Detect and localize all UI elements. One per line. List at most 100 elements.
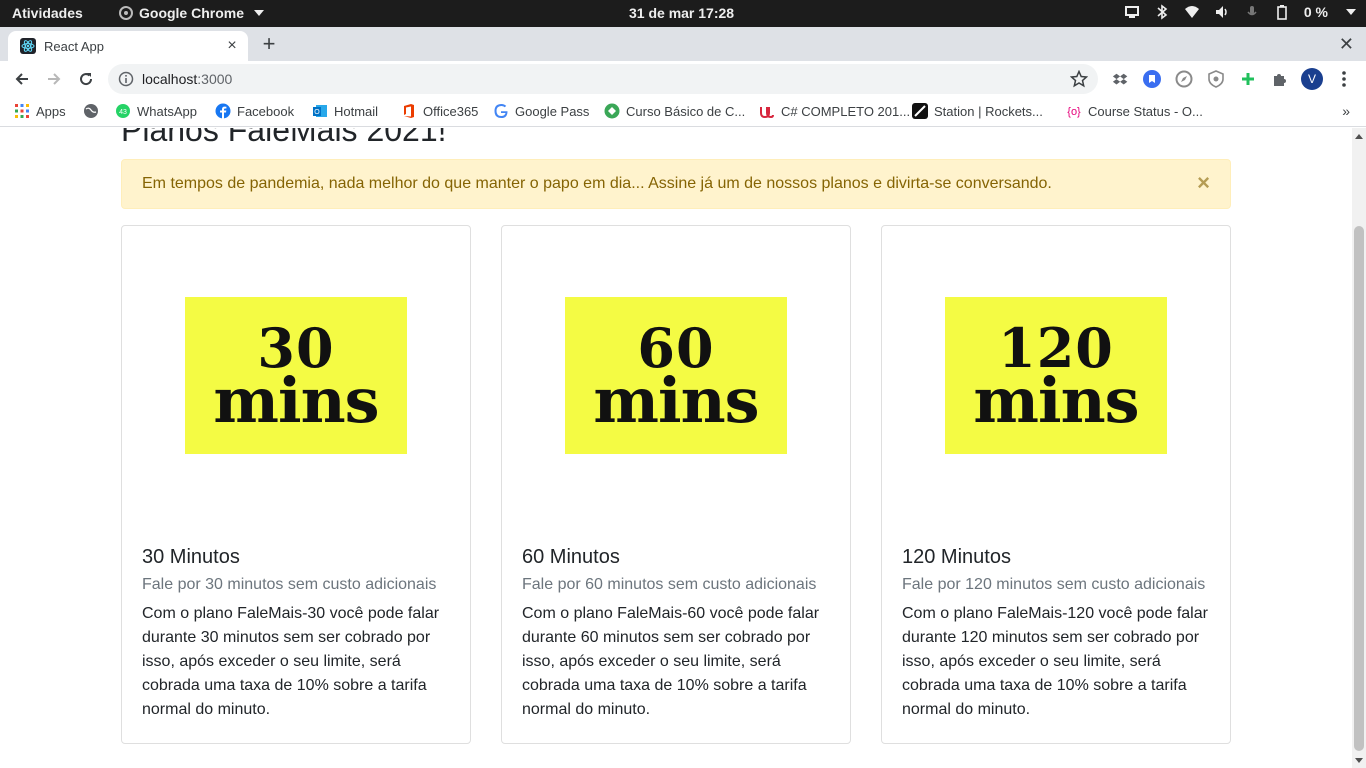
- compass-extension-icon[interactable]: [1175, 70, 1193, 88]
- globe-icon: [84, 104, 98, 118]
- bookmark-course-status[interactable]: {o} Course Status - O...: [1066, 103, 1203, 119]
- bookmark-label: Station | Rockets...: [934, 103, 1043, 119]
- new-tab-button[interactable]: +: [258, 33, 280, 56]
- arrow-left-icon: [15, 73, 28, 85]
- bookmark-station[interactable]: Station | Rockets...: [912, 103, 1043, 119]
- promo-alert: Em tempos de pandemia, nada melhor do qu…: [121, 159, 1231, 209]
- plan-image-unit: mins: [213, 363, 379, 437]
- udemy-icon: [760, 107, 774, 119]
- tab-close-icon[interactable]: ×: [224, 38, 240, 54]
- bookmark-label: Apps: [36, 103, 66, 119]
- system-top-bar: Atividades Google Chrome 31 de mar 17:28…: [0, 0, 1366, 27]
- google-icon: [494, 104, 508, 118]
- plus-extension-icon[interactable]: [1239, 70, 1257, 88]
- chevron-down-icon: [1346, 9, 1356, 15]
- bookmarks-bar: Apps 43 WhatsApp Facebook O Hotmail Offi…: [0, 97, 1366, 127]
- dropbox-extension-icon[interactable]: [1111, 70, 1129, 88]
- bookmark-hotmail[interactable]: O Hotmail: [312, 103, 378, 119]
- page-viewport: Planos FaleMais 2021! Em tempos de pande…: [0, 128, 1352, 768]
- svg-text:{o}: {o}: [1067, 106, 1081, 118]
- tab-react-app[interactable]: React App ×: [8, 31, 248, 61]
- reload-button[interactable]: [74, 67, 98, 91]
- bookmark-label: Course Status - O...: [1088, 103, 1203, 119]
- bookmark-label: Facebook: [237, 103, 295, 119]
- plan-image-60: 60 mins: [565, 297, 787, 454]
- bluetooth-icon: [1157, 4, 1168, 20]
- course-status-icon: {o}: [1067, 106, 1081, 118]
- outlook-icon: O: [313, 105, 327, 117]
- clock[interactable]: 31 de mar 17:28: [629, 5, 734, 21]
- svg-text:43: 43: [119, 109, 127, 116]
- profile-avatar[interactable]: V: [1301, 68, 1323, 90]
- plan-card-60: 60 mins 60 Minutos Fale por 60 minutos s…: [501, 225, 851, 744]
- course-leaf-icon: [604, 103, 620, 119]
- tab-strip: React App × + ✕: [0, 27, 1366, 61]
- plan-card-30: 30 mins 30 Minutos Fale por 30 minutos s…: [121, 225, 471, 744]
- url-text: localhost:3000: [142, 71, 232, 87]
- address-bar[interactable]: localhost:3000: [108, 64, 1098, 94]
- chevron-down-icon: [254, 10, 265, 16]
- activities-button[interactable]: Atividades: [12, 5, 83, 21]
- plan-description: Com o plano FaleMais-120 você pode falar…: [902, 605, 1208, 718]
- bookmark-apps[interactable]: Apps: [14, 103, 66, 119]
- reload-icon: [80, 73, 93, 86]
- plan-title: 60 Minutos: [522, 546, 620, 568]
- app-menu[interactable]: Google Chrome: [119, 5, 265, 21]
- app-menu-label: Google Chrome: [139, 5, 245, 21]
- puzzle-icon[interactable]: [1271, 70, 1289, 88]
- browser-toolbar: localhost:3000 V: [0, 61, 1366, 97]
- screen-icon: [1124, 6, 1139, 18]
- facebook-icon: [215, 103, 231, 119]
- alert-message: Em tempos de pandemia, nada melhor do qu…: [142, 175, 1052, 192]
- bookmark-label: Office365: [423, 103, 479, 119]
- plan-image-unit: mins: [593, 363, 759, 437]
- bookmark-curso-basico[interactable]: Curso Básico de C...: [604, 103, 745, 119]
- bookmarks-overflow-icon[interactable]: »: [1342, 103, 1350, 119]
- react-icon: [20, 38, 36, 54]
- plan-subtitle: Fale por 30 minutos sem custo adicionais: [142, 576, 437, 593]
- plan-image-30: 30 mins: [185, 297, 407, 454]
- plan-subtitle: Fale por 60 minutos sem custo adicionais: [522, 576, 817, 593]
- bookmark-label: Curso Básico de C...: [626, 103, 746, 119]
- back-button[interactable]: [10, 67, 34, 91]
- system-tray[interactable]: 0 %: [1124, 4, 1356, 20]
- scrollbar-thumb[interactable]: [1354, 226, 1364, 751]
- forward-button[interactable]: [42, 67, 66, 91]
- bookmark-globe[interactable]: [83, 103, 99, 119]
- battery-icon: [1277, 5, 1287, 20]
- bookmark-whatsapp[interactable]: 43 WhatsApp: [115, 103, 197, 119]
- bookmark-csharp[interactable]: C# COMPLETO 201...: [759, 103, 910, 119]
- plan-description: Com o plano FaleMais-30 você pode falar …: [142, 605, 440, 718]
- bookmark-extension-icon[interactable]: [1143, 70, 1161, 88]
- scroll-up-arrow-icon[interactable]: [1355, 134, 1363, 139]
- more-vert-icon[interactable]: [1336, 69, 1352, 89]
- shield-extension-icon[interactable]: [1207, 70, 1225, 88]
- info-icon[interactable]: [118, 71, 134, 87]
- plan-image-120: 120 mins: [945, 297, 1167, 454]
- volume-icon: [1215, 6, 1227, 18]
- plan-image-unit: mins: [973, 363, 1139, 437]
- apps-grid-icon: [15, 104, 29, 118]
- plan-title: 30 Minutos: [142, 546, 240, 568]
- url-host: localhost: [142, 71, 198, 87]
- alert-close-button[interactable]: ×: [1197, 172, 1210, 194]
- bookmark-office365[interactable]: Office365: [401, 103, 478, 119]
- wifi-icon: [1184, 6, 1199, 18]
- bookmark-google-pass[interactable]: Google Pass: [493, 103, 589, 119]
- plan-title: 120 Minutos: [902, 546, 1011, 568]
- bookmark-label: Google Pass: [515, 103, 590, 119]
- tab-title: React App: [44, 38, 104, 54]
- plan-subtitle: Fale por 120 minutos sem custo adicionai…: [902, 576, 1206, 593]
- window-close-icon[interactable]: ✕: [1339, 34, 1354, 54]
- arrow-right-icon: [48, 73, 61, 85]
- svg-text:O: O: [314, 109, 320, 116]
- microphone-icon: [1247, 6, 1257, 16]
- whatsapp-icon: 43: [116, 104, 130, 118]
- url-port: :3000: [197, 71, 233, 87]
- bookmark-label: C# COMPLETO 201...: [781, 103, 911, 119]
- bookmark-star-icon[interactable]: [1070, 70, 1088, 88]
- scroll-down-arrow-icon[interactable]: [1355, 758, 1363, 763]
- bookmark-facebook[interactable]: Facebook: [215, 103, 294, 119]
- bookmark-label: WhatsApp: [137, 103, 197, 119]
- plan-description: Com o plano FaleMais-60 você pode falar …: [522, 605, 820, 718]
